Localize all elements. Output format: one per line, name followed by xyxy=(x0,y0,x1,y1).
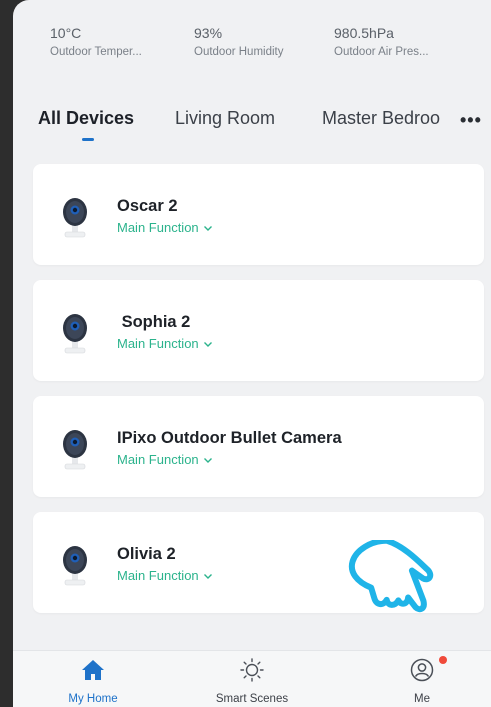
main-function-label: Main Function xyxy=(117,336,199,351)
main-function-dropdown[interactable]: Main Function xyxy=(117,452,213,467)
nav-my-home[interactable]: My Home xyxy=(33,651,153,707)
weather-humidity-label: Outdoor Humidity xyxy=(194,46,284,58)
device-name: Oscar 2 xyxy=(117,197,178,215)
tab-master-bedroom[interactable]: Master Bedroo xyxy=(322,108,440,129)
device-card-ipixo-outdoor-bullet-camera[interactable]: IPixo Outdoor Bullet Camera Main Functio… xyxy=(33,396,484,497)
room-tabs: All Devices Living Room Master Bedroo xyxy=(13,104,491,150)
active-tab-indicator xyxy=(82,138,94,141)
device-name: IPixo Outdoor Bullet Camera xyxy=(117,429,342,447)
weather-temperature: 10°C Outdoor Temper... xyxy=(50,24,142,60)
main-function-dropdown[interactable]: Main Function xyxy=(117,336,213,351)
nav-label: My Home xyxy=(68,693,118,705)
device-card-oscar-2[interactable]: Oscar 2 Main Function xyxy=(33,164,484,265)
device-name: Olivia 2 xyxy=(117,545,176,563)
profile-icon xyxy=(410,658,434,682)
home-icon xyxy=(82,660,104,680)
camera-icon xyxy=(63,430,87,470)
sun-icon xyxy=(240,658,264,682)
tab-all-devices[interactable]: All Devices xyxy=(38,108,134,129)
main-function-dropdown[interactable]: Main Function xyxy=(117,220,213,235)
chevron-down-icon xyxy=(203,574,212,580)
nav-me[interactable]: Me xyxy=(362,651,482,707)
weather-humidity: 93% Outdoor Humidity xyxy=(194,24,283,60)
bottom-navigation: My Home Smart Scenes Me xyxy=(13,650,491,707)
pointing-hand-icon xyxy=(348,540,434,613)
chevron-down-icon xyxy=(203,226,212,232)
notification-badge xyxy=(439,656,447,664)
chevron-down-icon xyxy=(203,342,212,348)
weather-bar: 10°C Outdoor Temper... 93% Outdoor Humid… xyxy=(13,24,491,74)
nav-label: Me xyxy=(414,693,430,705)
weather-pressure-label: Outdoor Air Pres... xyxy=(334,46,429,58)
main-function-label: Main Function xyxy=(117,452,199,467)
app-screen: 10°C Outdoor Temper... 93% Outdoor Humid… xyxy=(13,0,491,707)
nav-label: Smart Scenes xyxy=(215,693,289,705)
nav-smart-scenes[interactable]: Smart Scenes xyxy=(192,651,312,707)
weather-humidity-value: 93% xyxy=(194,25,223,41)
more-icon[interactable]: ••• xyxy=(460,110,482,131)
chevron-down-icon xyxy=(203,458,212,464)
tab-living-room[interactable]: Living Room xyxy=(175,108,275,129)
camera-icon xyxy=(63,314,87,354)
weather-pressure: 980.5hPa Outdoor Air Pres... xyxy=(334,24,429,60)
main-function-label: Main Function xyxy=(117,568,199,583)
weather-temperature-value: 10°C xyxy=(50,25,82,41)
camera-icon xyxy=(63,546,87,586)
weather-temperature-label: Outdoor Temper... xyxy=(50,46,142,58)
main-function-dropdown[interactable]: Main Function xyxy=(117,568,213,583)
main-function-label: Main Function xyxy=(117,220,199,235)
device-name: Sophia 2 xyxy=(117,313,191,331)
weather-pressure-value: 980.5hPa xyxy=(334,25,394,41)
camera-icon xyxy=(63,198,87,238)
device-card-sophia-2[interactable]: Sophia 2 Main Function xyxy=(33,280,484,381)
